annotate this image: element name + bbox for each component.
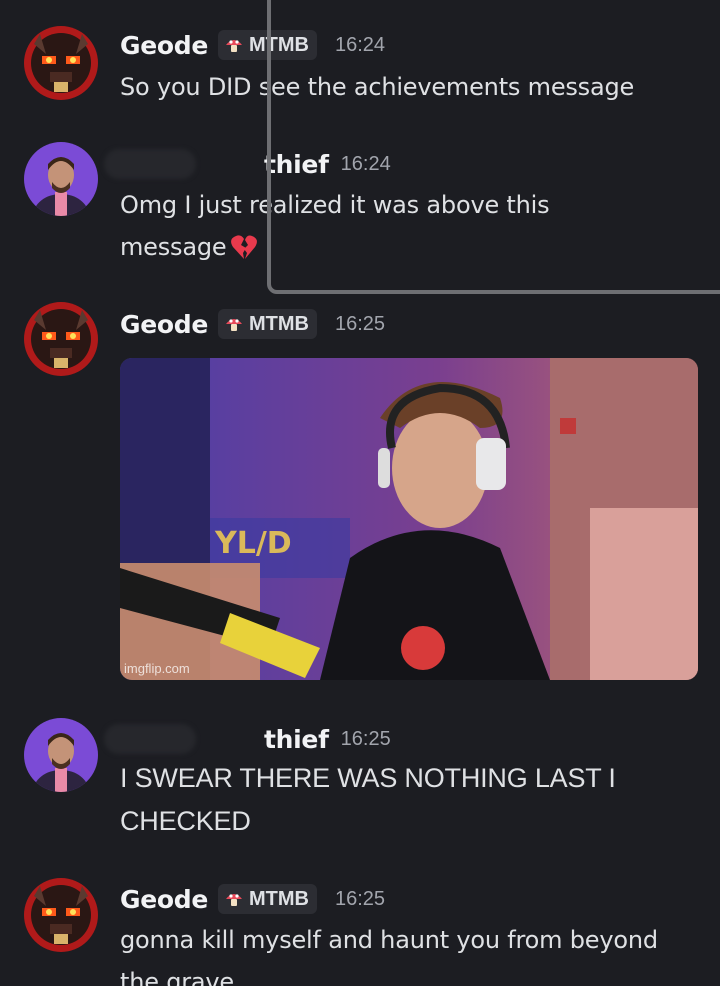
server-tag[interactable]: MTMB [218,30,317,60]
server-tag-label: MTMB [249,312,309,335]
username[interactable]: Geode [120,31,208,60]
avatar[interactable] [24,142,98,216]
username[interactable]: thief [264,150,329,179]
avatar[interactable] [24,302,98,376]
timestamp: 16:24 [335,33,386,56]
geode-avatar-icon [24,26,98,100]
timestamp: 16:25 [335,887,386,910]
message-text: Omg I just realized it was above this me… [120,184,640,273]
gif-image: YL/D [120,358,698,680]
broken-heart-icon [230,231,258,273]
avatar[interactable] [24,878,98,952]
avatar[interactable] [24,718,98,792]
mushroom-icon [226,319,243,331]
geode-avatar-icon [24,878,98,952]
timestamp: 16:25 [335,312,386,335]
server-tag[interactable]: MTMB [218,884,317,914]
svg-text:YL/D: YL/D [214,526,292,561]
redacted-name-blur [104,149,196,179]
message-text: I SWEAR THERE WAS NOTHING LAST I CHECKED [120,763,616,836]
message-text: gonna kill myself and haunt you from bey… [120,926,658,986]
timestamp: 16:24 [340,152,391,175]
mushroom-icon [226,894,243,906]
server-tag-label: MTMB [249,33,309,56]
timestamp: 16:25 [340,727,391,750]
gif-source-credit: imgflip.com [124,661,190,676]
username[interactable]: Geode [120,310,208,339]
thief-avatar-icon [24,142,98,216]
thief-avatar-icon [24,718,98,792]
avatar[interactable] [24,26,98,100]
server-tag-label: MTMB [249,887,309,910]
username[interactable]: Geode [120,885,208,914]
geode-avatar-icon [24,302,98,376]
gif-attachment[interactable]: YL/D imgflip.com [120,358,698,680]
server-tag[interactable]: MTMB [218,309,317,339]
chat-message-list[interactable]: Geode MTMB 16:24 So you DID see the achi… [0,0,720,986]
message-text-content: Omg I just realized it was above this me… [120,191,550,261]
username[interactable]: thief [264,725,329,754]
mushroom-icon [226,40,243,52]
message-text: So you DID see the achievements message [120,73,635,101]
redacted-name-blur [104,724,196,754]
